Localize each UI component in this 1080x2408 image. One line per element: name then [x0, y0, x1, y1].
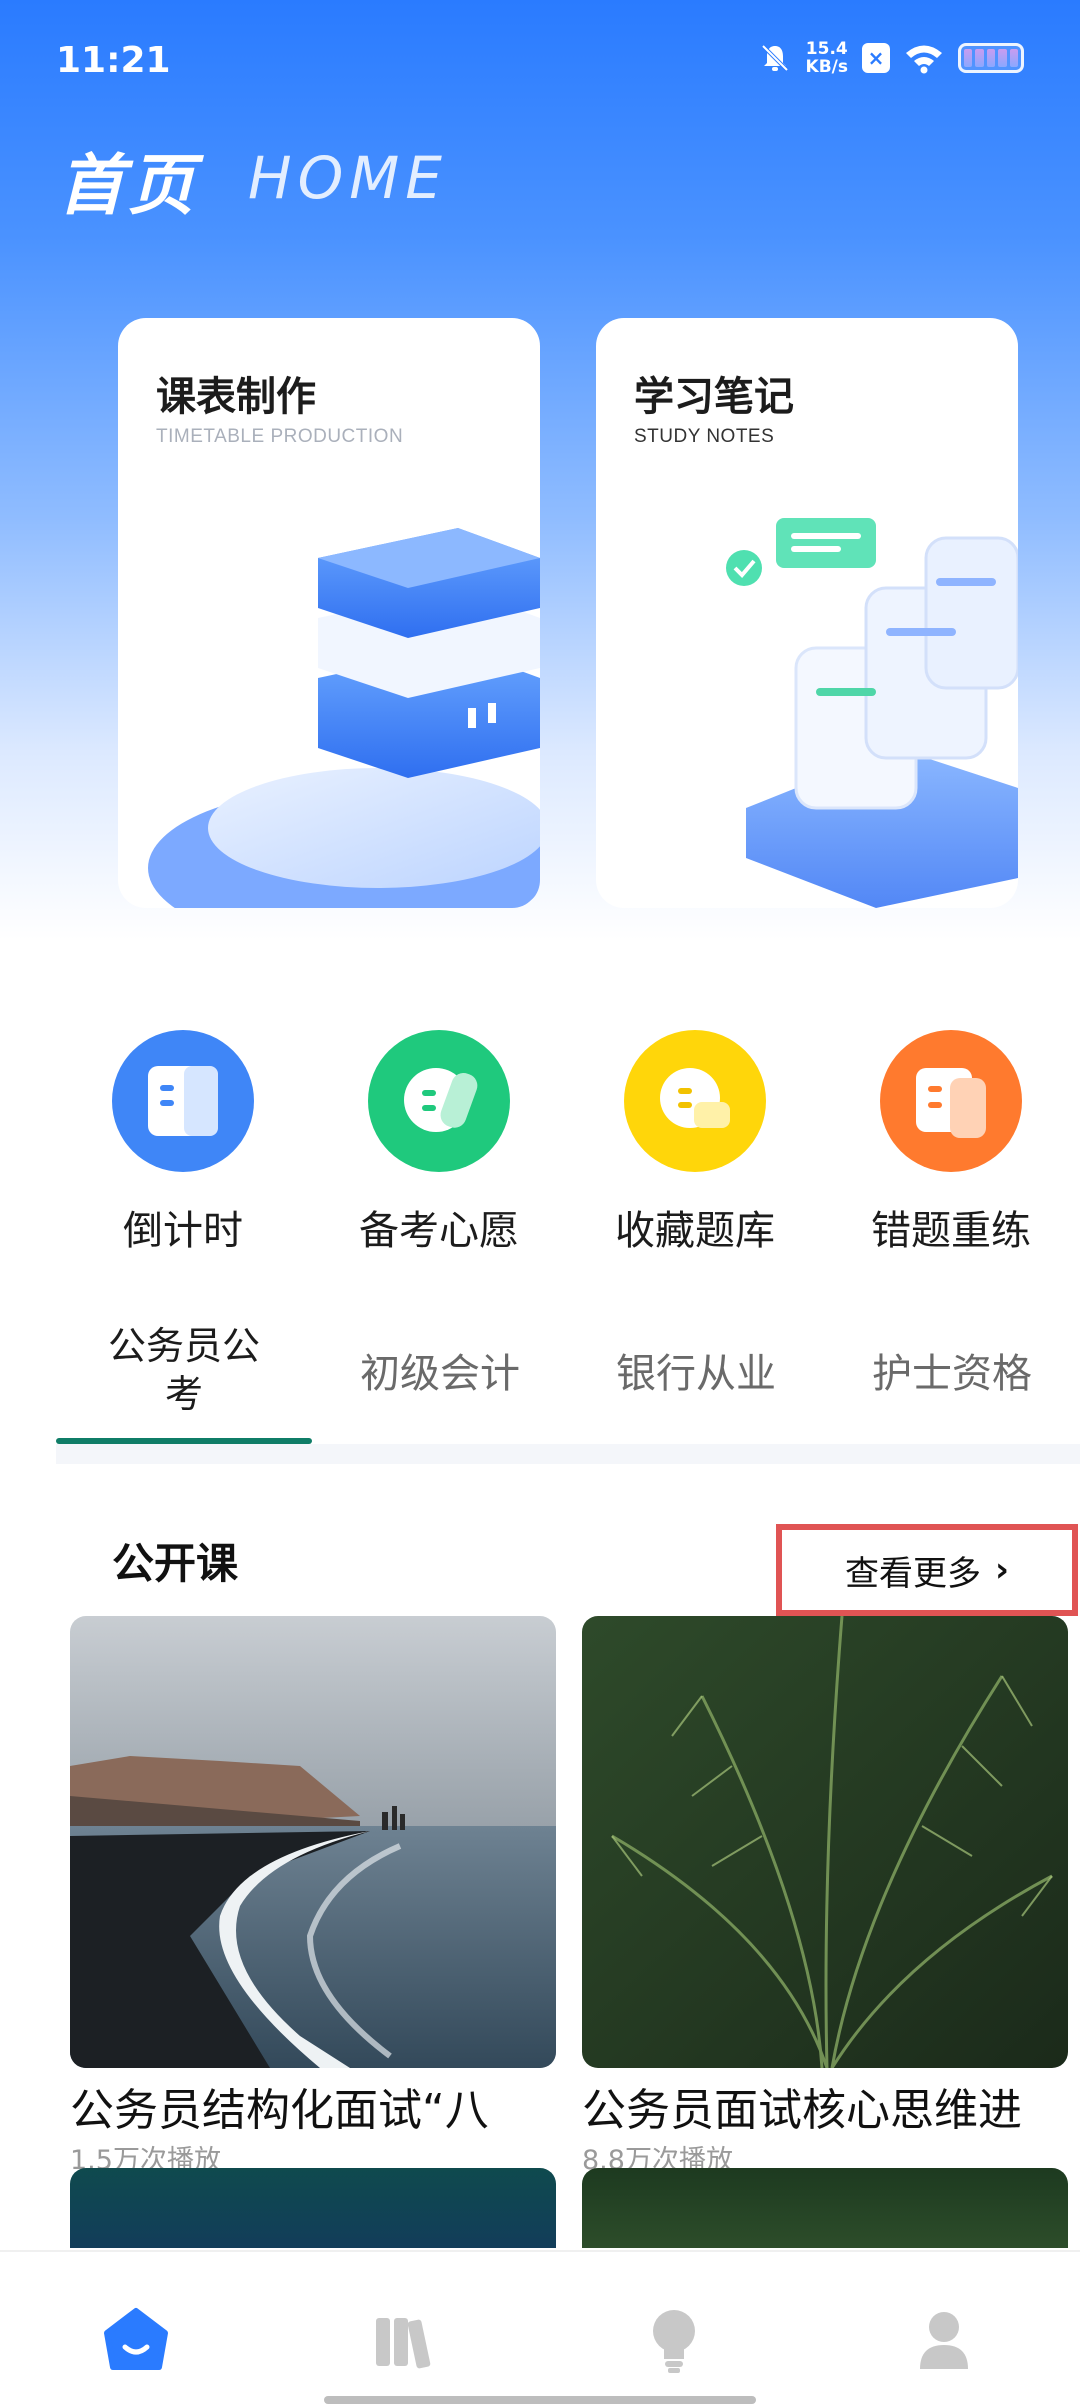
- countdown-action[interactable]: 倒计时: [73, 1030, 293, 1256]
- lightbulb-icon: [653, 2310, 695, 2373]
- course-thumbnail: [70, 1616, 556, 2068]
- timetable-card[interactable]: 课表制作 TIMETABLE PRODUCTION: [118, 318, 540, 908]
- status-bar: 11:21 15.4 KB/s ×: [0, 0, 1080, 120]
- study-notes-illustration-icon: [726, 518, 1018, 908]
- quick-action-label: 收藏题库: [615, 1208, 775, 1254]
- nav-library[interactable]: [364, 2300, 444, 2380]
- quick-action-label: 备考心愿: [359, 1208, 519, 1254]
- course-card-partial[interactable]: [70, 2168, 556, 2248]
- nav-profile[interactable]: [904, 2300, 984, 2380]
- mistake-practice-icon: [880, 1030, 1022, 1172]
- tab-banking[interactable]: 银行从业: [568, 1300, 824, 1440]
- profile-icon: [920, 2312, 968, 2369]
- tab-label: 公务员公: [107, 1324, 260, 1368]
- course-title: 公务员面试核心思维进: [582, 2085, 1022, 2136]
- course-card-partial[interactable]: [582, 2168, 1068, 2248]
- course-title: 公务员结构化面试“八: [70, 2085, 489, 2136]
- exam-wish-action[interactable]: 备考心愿: [329, 1030, 549, 1256]
- saved-questions-icon: [624, 1030, 766, 1172]
- category-tabs: 公务员公 考 初级会计 银行从业 护士资格: [56, 1300, 1080, 1464]
- tab-junior-accounting[interactable]: 初级会计: [312, 1300, 568, 1440]
- quick-actions: 倒计时 备考心愿 收藏题库 错题重练: [0, 1030, 1080, 1270]
- wifi-icon: [906, 45, 942, 74]
- exam-wish-icon: [368, 1030, 510, 1172]
- nav-ideas[interactable]: [634, 2300, 714, 2380]
- tab-label: 考: [164, 1372, 203, 1416]
- study-notes-card[interactable]: 学习笔记 STUDY NOTES: [596, 318, 1018, 908]
- section-title: 公开课: [112, 1539, 239, 1588]
- quick-action-label: 错题重练: [871, 1208, 1031, 1254]
- course-card[interactable]: 公务员面试核心思维进 8.8万次播放: [582, 1616, 1068, 2177]
- view-more-button[interactable]: 查看更多 ›: [776, 1524, 1078, 1616]
- card-subtitle: STUDY NOTES: [634, 426, 775, 447]
- speed-unit: KB/s: [805, 57, 848, 77]
- quick-action-label: 倒计时: [123, 1208, 243, 1254]
- tab-civil-servant[interactable]: 公务员公 考: [56, 1300, 312, 1440]
- home-icon: [104, 2308, 168, 2370]
- tab-nurse[interactable]: 护士资格: [824, 1300, 1080, 1440]
- course-card[interactable]: 公务员结构化面试“八 1.5万次播放: [70, 1616, 556, 2177]
- mute-bell-icon: [761, 44, 788, 72]
- card-title: 课表制作: [156, 374, 316, 420]
- network-speed: 15.4 KB/s: [806, 40, 848, 76]
- books-icon: [376, 2318, 431, 2369]
- card-subtitle: TIMETABLE PRODUCTION: [156, 426, 404, 447]
- battery-icon: [958, 43, 1024, 73]
- nav-home[interactable]: [96, 2300, 176, 2380]
- mistake-practice-action[interactable]: 错题重练: [841, 1030, 1061, 1256]
- page-title: 首页: [58, 147, 198, 224]
- timetable-illustration-icon: [148, 528, 540, 908]
- countdown-icon: [112, 1030, 254, 1172]
- card-title: 学习笔记: [634, 374, 794, 420]
- page-title-en: HOME: [248, 144, 448, 212]
- chevron-right-icon: ›: [994, 1550, 1009, 1590]
- status-time: 11:21: [56, 40, 171, 81]
- home-indicator[interactable]: [324, 2396, 756, 2404]
- speed-value: 15.4: [805, 39, 848, 59]
- tab-divider: [56, 1444, 1080, 1464]
- saved-questions-action[interactable]: 收藏题库: [585, 1030, 805, 1256]
- bottom-nav: [0, 2250, 1080, 2408]
- course-thumbnail: [582, 1616, 1068, 2068]
- status-icons: 15.4 KB/s ×: [758, 40, 1024, 76]
- notification-x-icon: ×: [862, 43, 890, 73]
- view-more-label: 查看更多: [844, 1553, 981, 1594]
